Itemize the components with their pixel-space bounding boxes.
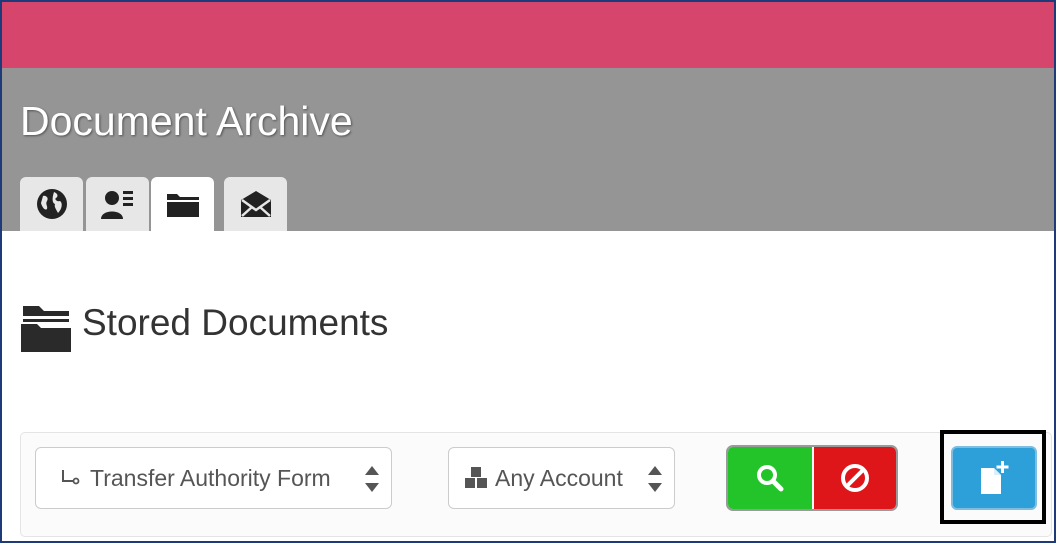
- file-plus-icon: [981, 461, 1009, 494]
- account-select[interactable]: Any Account: [448, 447, 675, 509]
- account-value: Any Account: [495, 464, 623, 491]
- user-card-icon: [100, 191, 133, 219]
- page-title: Document Archive: [20, 98, 353, 144]
- search-button-group: [726, 445, 898, 511]
- new-document-button[interactable]: [951, 446, 1037, 510]
- section-title: Stored Documents: [82, 302, 389, 343]
- tab-contacts[interactable]: [86, 177, 149, 231]
- sort-arrows-icon: [646, 462, 664, 502]
- app-window: Document Archive Stored Documents Transf…: [0, 0, 1056, 543]
- level-down-icon: [60, 468, 80, 488]
- document-type-select[interactable]: Transfer Authority Form: [35, 447, 392, 509]
- tab-mail[interactable]: [224, 177, 287, 231]
- document-type-value: Transfer Authority Form: [90, 464, 331, 491]
- envelope-icon: [240, 191, 271, 217]
- search-icon: [757, 465, 784, 492]
- top-accent-bar: [2, 2, 1054, 68]
- globe-icon: [36, 189, 67, 219]
- sort-arrows-icon: [363, 462, 381, 502]
- cubes-icon: [463, 465, 489, 491]
- reset-button[interactable]: [814, 447, 896, 509]
- ban-icon: [841, 464, 869, 492]
- folder-icon: [166, 194, 199, 217]
- folder-icon: [19, 300, 73, 359]
- tab-documents[interactable]: [151, 177, 214, 231]
- tab-globe[interactable]: [20, 177, 83, 231]
- search-button[interactable]: [728, 447, 812, 509]
